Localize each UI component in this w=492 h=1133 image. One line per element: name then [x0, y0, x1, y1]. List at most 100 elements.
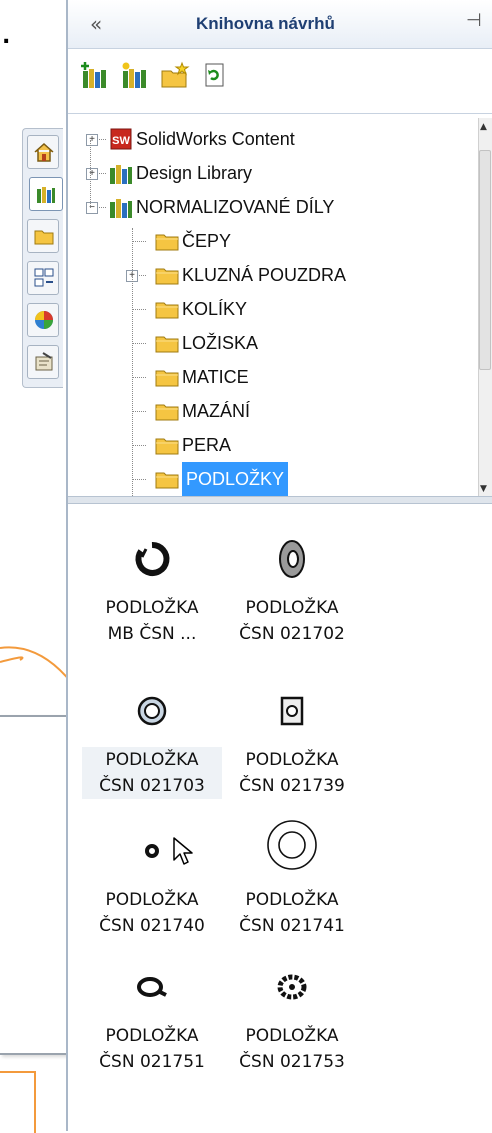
part-item[interactable]: PODLOŽKA ČSN 021751	[82, 951, 222, 1075]
collapse-icon[interactable]: −	[86, 202, 98, 214]
appearances-icon	[35, 311, 53, 329]
part-standard: ČSN 021739	[239, 776, 345, 796]
part-name: PODLOŽKA	[245, 890, 339, 910]
part-label: PODLOŽKA ČSN 021702	[222, 595, 362, 647]
scroll-up-arrow-icon[interactable]: ▲	[480, 122, 487, 132]
panel-title: Knihovna návrhů	[196, 14, 335, 33]
tab-custom-properties[interactable]	[27, 345, 59, 379]
tree-item[interactable]: KOLÍKY	[80, 292, 476, 326]
square-washer-icon	[222, 675, 362, 747]
part-label: PODLOŽKA ČSN 021753	[222, 1023, 362, 1075]
tab-washer-icon	[82, 951, 222, 1023]
part-item[interactable]: PODLOŽKA MB ČSN ...	[82, 523, 222, 647]
part-label: PODLOŽKA ČSN 021740	[82, 887, 222, 939]
design-library-icon	[37, 187, 55, 203]
tree-guide-line	[132, 411, 146, 412]
part-standard: ČSN 021740	[99, 916, 205, 936]
refresh-button[interactable]	[200, 61, 230, 91]
tree-item-label: PODLOŽKY	[182, 462, 289, 496]
pin-panel-button[interactable]: ⊣	[466, 10, 482, 31]
small-washer-icon	[82, 815, 222, 887]
tab-view-palette[interactable]	[27, 261, 59, 295]
expand-icon[interactable]: +	[86, 168, 98, 180]
home-icon	[34, 142, 54, 162]
tree-item-label: PERA	[182, 435, 232, 455]
folder-icon	[154, 466, 180, 496]
part-item[interactable]: PODLOŽKA ČSN 021753	[222, 951, 362, 1075]
part-standard: ČSN 021702	[239, 624, 345, 644]
part-name: PODLOŽKA	[245, 750, 339, 770]
refresh-icon	[205, 63, 224, 87]
library-tree: + SW SolidWorks Content + Design Library − NOR…	[80, 118, 476, 496]
add-to-library-icon	[81, 62, 106, 88]
part-item[interactable]: PODLOŽKA ČSN 021703	[82, 675, 222, 799]
tree-item-label: SolidWorks Content	[136, 129, 295, 149]
file-explorer-icon	[34, 230, 54, 245]
expand-icon[interactable]: +	[86, 134, 98, 146]
part-label: PODLOŽKA ČSN 021739	[222, 747, 362, 799]
part-standard: ČSN 021751	[99, 1052, 205, 1072]
tree-item-label: ČEPY	[182, 231, 232, 251]
tree-item-label: MAZÁNÍ	[182, 401, 251, 421]
tree-item-label: KOLÍKY	[182, 299, 248, 319]
tree-item[interactable]: LOŽISKA	[80, 326, 476, 360]
library-toolbar	[68, 49, 492, 114]
tab-home[interactable]	[27, 135, 59, 169]
large-washer-icon	[222, 815, 362, 875]
tab-design-library[interactable]	[29, 177, 63, 211]
custom-properties-icon	[35, 352, 53, 371]
part-name: PODLOŽKA	[245, 1026, 339, 1046]
lock-washer-icon	[82, 523, 222, 595]
collapse-panel-button[interactable]: «	[90, 12, 102, 36]
tree-guide-line	[132, 343, 146, 344]
tree-item[interactable]: MAZÁNÍ	[80, 394, 476, 428]
mouse-cursor-icon	[173, 837, 193, 865]
tab-file-explorer[interactable]	[27, 219, 59, 253]
toothed-washer-icon	[222, 951, 362, 1023]
part-item[interactable]: PODLOŽKA ČSN 021739	[222, 675, 362, 799]
task-pane-tabs	[22, 128, 63, 388]
tree-guide-line	[132, 309, 146, 310]
tree-guide-line	[132, 241, 146, 242]
parts-grid: PODLOŽKA MB ČSN ... PODLOŽKA ČSN 021702 PODL…	[68, 503, 492, 1131]
part-standard: ČSN 021741	[239, 916, 345, 936]
tree-item-label: LOŽISKA	[182, 333, 259, 353]
part-name: PODLOŽKA	[105, 750, 199, 770]
part-name: PODLOŽKA	[245, 598, 339, 618]
new-folder-icon	[161, 61, 190, 88]
tree-item-label: NORMALIZOVANÉ DÍLY	[136, 197, 335, 217]
tree-item-label: Design Library	[136, 163, 253, 183]
tree-guide-line	[132, 377, 146, 378]
tab-appearances[interactable]	[27, 303, 59, 337]
tree-item[interactable]: MATICE	[80, 360, 476, 394]
tree-item[interactable]: − NORMALIZOVANÉ DÍLY	[80, 190, 476, 224]
add-file-location-button[interactable]	[120, 61, 150, 91]
tree-item[interactable]: ČEPY	[80, 224, 476, 258]
tree-item-label: MATICE	[182, 367, 249, 387]
tree-item[interactable]: PERA	[80, 428, 476, 462]
tree-guide-line	[132, 445, 146, 446]
tree-guide-line	[132, 228, 133, 496]
add-to-library-button[interactable]	[80, 61, 110, 91]
scrollbar-thumb[interactable]	[479, 150, 491, 370]
tree-guide-line	[90, 140, 91, 208]
new-folder-button[interactable]	[160, 61, 190, 91]
part-item[interactable]: PODLOŽKA ČSN 021741	[222, 815, 362, 939]
part-name: PODLOŽKA	[105, 890, 199, 910]
svg-text:SW: SW	[112, 135, 130, 147]
part-name: PODLOŽKA	[105, 598, 199, 618]
part-label: PODLOŽKA ČSN 021751	[82, 1023, 222, 1075]
part-item[interactable]: PODLOŽKA ČSN 021702	[222, 523, 362, 647]
part-label: PODLOŽKA MB ČSN ...	[82, 595, 222, 647]
part-standard: ČSN 021753	[239, 1052, 345, 1072]
part-label: PODLOŽKA ČSN 021741	[222, 887, 362, 939]
scroll-down-arrow-icon[interactable]: ▼	[480, 484, 487, 494]
part-item[interactable]: PODLOŽKA ČSN 021740	[82, 815, 222, 939]
tree-item[interactable]: + Design Library	[80, 156, 476, 190]
tree-guide-line	[132, 479, 146, 480]
tree-item[interactable]: PODLOŽKY	[80, 462, 476, 496]
tree-item[interactable]: + SW SolidWorks Content	[80, 122, 476, 156]
tree-item[interactable]: + KLUZNÁ POUZDRA	[80, 258, 476, 292]
add-file-location-icon	[122, 62, 146, 88]
part-name: PODLOŽKA	[105, 1026, 199, 1046]
